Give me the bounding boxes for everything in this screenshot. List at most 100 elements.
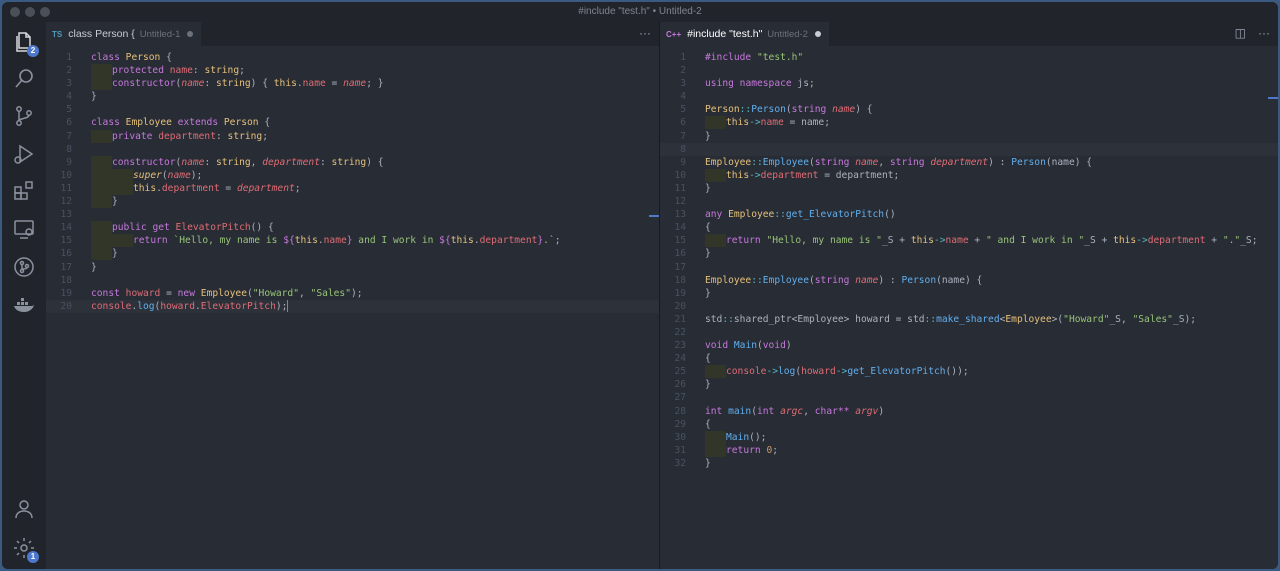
code-line-current[interactable]: 20 console.log(howard.ElevatorPitch); (46, 299, 659, 313)
code-line[interactable]: 14 public get ElevatorPitch() { (46, 221, 659, 235)
code-line[interactable]: 23 void Main(void) (660, 339, 1278, 352)
line-number: 6 (66, 117, 72, 129)
code-line[interactable]: 22 (660, 326, 1278, 339)
line-number: 9 (680, 156, 686, 168)
code-line[interactable]: 2 protected name: string; (46, 64, 659, 78)
code-line[interactable]: 7 private department: string; (46, 129, 659, 143)
explorer-icon[interactable]: 2 (12, 30, 39, 57)
modified-dot-icon[interactable] (814, 31, 821, 37)
code-line[interactable]: 16} (46, 247, 659, 261)
code-line[interactable]: 11} (660, 182, 1278, 195)
tab-title: #include "test.h" (687, 28, 763, 40)
code-line[interactable]: 13 (46, 208, 659, 221)
settings-gear-icon[interactable]: 1 (12, 536, 39, 563)
code-line[interactable]: 7} (660, 130, 1278, 143)
code-line[interactable]: 19 const howard = new Employee("Howard", … (46, 287, 659, 300)
line-number: 6 (680, 117, 686, 129)
code-line[interactable]: 24 { (660, 352, 1278, 365)
left-editor-group: TS class Person { Untitled-1 ··· 1 class … (46, 22, 659, 569)
code-line[interactable]: 1 #include "test.h" (660, 51, 1278, 64)
explorer-badge: 2 (27, 45, 39, 57)
tab-untitled-2[interactable]: C++ #include "test.h" Untitled-2 (660, 22, 829, 46)
code-line[interactable]: 11 this.department = department; (46, 181, 659, 195)
code-line[interactable]: 32} (660, 457, 1278, 470)
close-window-button[interactable] (10, 7, 20, 17)
activity-bar: 2 1 (2, 22, 46, 569)
code-line[interactable]: 25 console->log(howard->get_ElevatorPitch… (660, 365, 1278, 379)
tab-untitled-1[interactable]: TS class Person { Untitled-1 (46, 22, 202, 46)
code-line[interactable]: 19} (660, 287, 1278, 300)
line-number: 24 (674, 353, 686, 365)
code-line[interactable]: 16} (660, 247, 1278, 260)
code-line[interactable]: 15 return `Hello, my name is ${this.name}… (46, 234, 659, 248)
code-line[interactable]: 6 class Employee extends Person { (46, 116, 659, 129)
code-line[interactable]: 31 return 0; (660, 443, 1278, 457)
code-line-current[interactable]: 8 (660, 142, 1278, 156)
code-line[interactable]: 10 this->department = department; (660, 168, 1278, 182)
zoom-window-button[interactable] (40, 7, 50, 17)
code-line[interactable]: 1 class Person { (46, 51, 659, 64)
code-line[interactable]: 12} (46, 195, 659, 209)
code-text: int main(int argc, char** argv) (705, 405, 885, 417)
line-number: 22 (674, 326, 686, 338)
code-line[interactable]: 9 Employee::Employee(string name, string … (660, 156, 1278, 169)
remote-explorer-icon[interactable] (12, 217, 36, 241)
minimize-window-button[interactable] (25, 7, 35, 17)
code-line[interactable]: 28 int main(int argc, char** argv) (660, 405, 1278, 418)
code-line[interactable]: 10 super(name); (46, 168, 659, 182)
code-text: protected name: string; (91, 64, 245, 78)
code-line[interactable]: 21 std::shared_ptr<Employee> howard = std… (660, 313, 1278, 326)
more-actions-icon[interactable]: ··· (639, 26, 651, 40)
line-number: 17 (60, 261, 72, 273)
code-line[interactable]: 9 constructor(name: string, department: s… (46, 155, 659, 169)
settings-badge: 1 (27, 551, 39, 563)
code-line[interactable]: 6 this->name = name; (660, 116, 1278, 130)
code-text: this->department = department; (705, 168, 899, 182)
code-text: return `Hello, my name is ${this.name} a… (91, 234, 561, 248)
code-text: } (705, 182, 711, 194)
code-line[interactable]: 3 using namespace js; (660, 77, 1278, 90)
code-line[interactable]: 29 { (660, 418, 1278, 431)
code-line[interactable]: 27 (660, 391, 1278, 404)
code-line[interactable]: 20 (660, 300, 1278, 313)
code-line[interactable]: 18 Employee::Employee(string name) : Pers… (660, 274, 1278, 287)
line-number: 9 (66, 156, 72, 168)
code-line[interactable]: 15 return "Hello, my name is "_S + this->… (660, 234, 1278, 248)
modified-dot-icon[interactable] (187, 31, 194, 37)
search-icon[interactable] (12, 67, 36, 91)
right-tab-bar: C++ #include "test.h" Untitled-2 ◫ ··· (660, 22, 1278, 46)
code-line[interactable]: 17 (660, 261, 1278, 274)
code-line[interactable]: 4 (660, 90, 1278, 103)
code-line[interactable]: 4} (46, 90, 659, 103)
code-line[interactable]: 17} (46, 261, 659, 274)
more-actions-icon[interactable]: ··· (1258, 26, 1270, 40)
account-icon[interactable] (12, 497, 36, 521)
code-text: console.log(howard.ElevatorPitch); (91, 299, 289, 312)
debug-icon[interactable] (12, 142, 36, 166)
source-control-icon[interactable] (12, 104, 36, 128)
left-code-editor[interactable]: 1 class Person { 2 protected name: string;… (46, 46, 659, 569)
overview-ruler-marker (1268, 97, 1278, 99)
code-line[interactable]: 3 constructor(name: string) { this.name =… (46, 77, 659, 91)
extensions-icon[interactable] (12, 179, 36, 203)
code-line[interactable]: 26} (660, 378, 1278, 391)
line-number: 5 (680, 104, 686, 116)
line-number: 4 (66, 91, 72, 103)
code-line[interactable]: 13 any Employee::get_ElevatorPitch() (660, 208, 1278, 221)
git-graph-icon[interactable] (12, 255, 36, 279)
code-line[interactable]: 5 Person::Person(string name) { (660, 103, 1278, 116)
code-line[interactable]: 2 (660, 64, 1278, 77)
code-text: #include "test.h" (705, 52, 804, 63)
code-line[interactable]: 5 (46, 103, 659, 116)
code-line[interactable]: 18 (46, 274, 659, 287)
code-line[interactable]: 14 { (660, 221, 1278, 234)
code-line[interactable]: 30 Main(); (660, 430, 1278, 444)
split-editor-icon[interactable]: ◫ (1235, 26, 1246, 40)
line-number: 2 (66, 65, 72, 77)
code-text: private department: string; (91, 129, 268, 143)
code-line[interactable]: 12 (660, 195, 1278, 208)
docker-icon[interactable] (12, 292, 36, 316)
code-line[interactable]: 8 (46, 143, 659, 156)
right-code-editor[interactable]: 1 #include "test.h" 2 3 using namespace js… (660, 46, 1278, 569)
window-title: #include "test.h" • Untitled-2 (578, 6, 702, 17)
